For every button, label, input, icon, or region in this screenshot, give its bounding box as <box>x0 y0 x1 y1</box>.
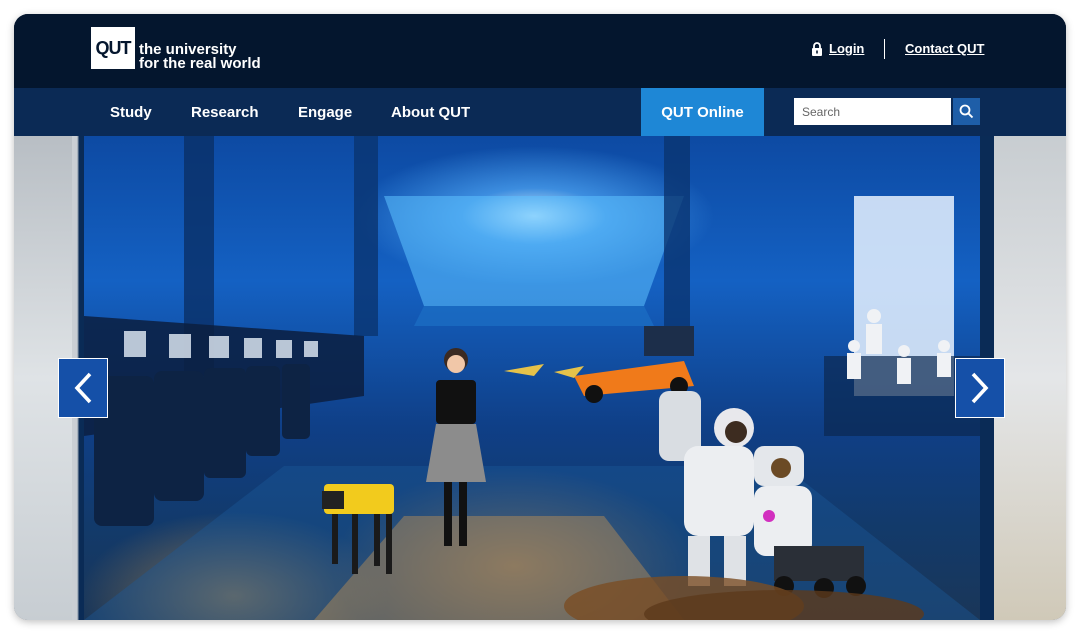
nav-item-study[interactable]: Study <box>110 88 152 136</box>
tagline: the university for the real world <box>139 42 261 72</box>
tagline-line-2: for the real world <box>139 55 261 72</box>
search-icon <box>959 104 974 119</box>
chevron-left-icon <box>74 372 92 404</box>
search-button[interactable] <box>953 98 980 125</box>
utility-divider <box>884 39 885 59</box>
hero-image <box>84 136 980 620</box>
chevron-right-icon <box>971 372 989 404</box>
carousel-prev-button[interactable] <box>58 358 108 418</box>
qut-online-button[interactable]: QUT Online <box>641 88 764 136</box>
browser-frame: QUT the university for the real world Lo… <box>14 14 1066 620</box>
search-input[interactable] <box>794 98 951 125</box>
nav-item-about[interactable]: About QUT <box>391 88 470 136</box>
utility-bar: QUT the university for the real world Lo… <box>14 14 1066 88</box>
main-nav: Study Research Engage About QUT QUT Onli… <box>14 88 1066 136</box>
hero-carousel <box>14 136 1066 620</box>
login-link[interactable]: Login <box>811 41 864 56</box>
logo-text: QUT <box>95 37 132 58</box>
login-label: Login <box>829 41 865 56</box>
carousel-next-button[interactable] <box>955 358 1005 418</box>
qut-logo[interactable]: QUT <box>91 27 135 69</box>
nav-item-engage[interactable]: Engage <box>298 88 352 136</box>
lock-icon <box>812 41 822 56</box>
nav-item-research[interactable]: Research <box>191 88 259 136</box>
contact-link[interactable]: Contact QUT <box>905 41 984 56</box>
